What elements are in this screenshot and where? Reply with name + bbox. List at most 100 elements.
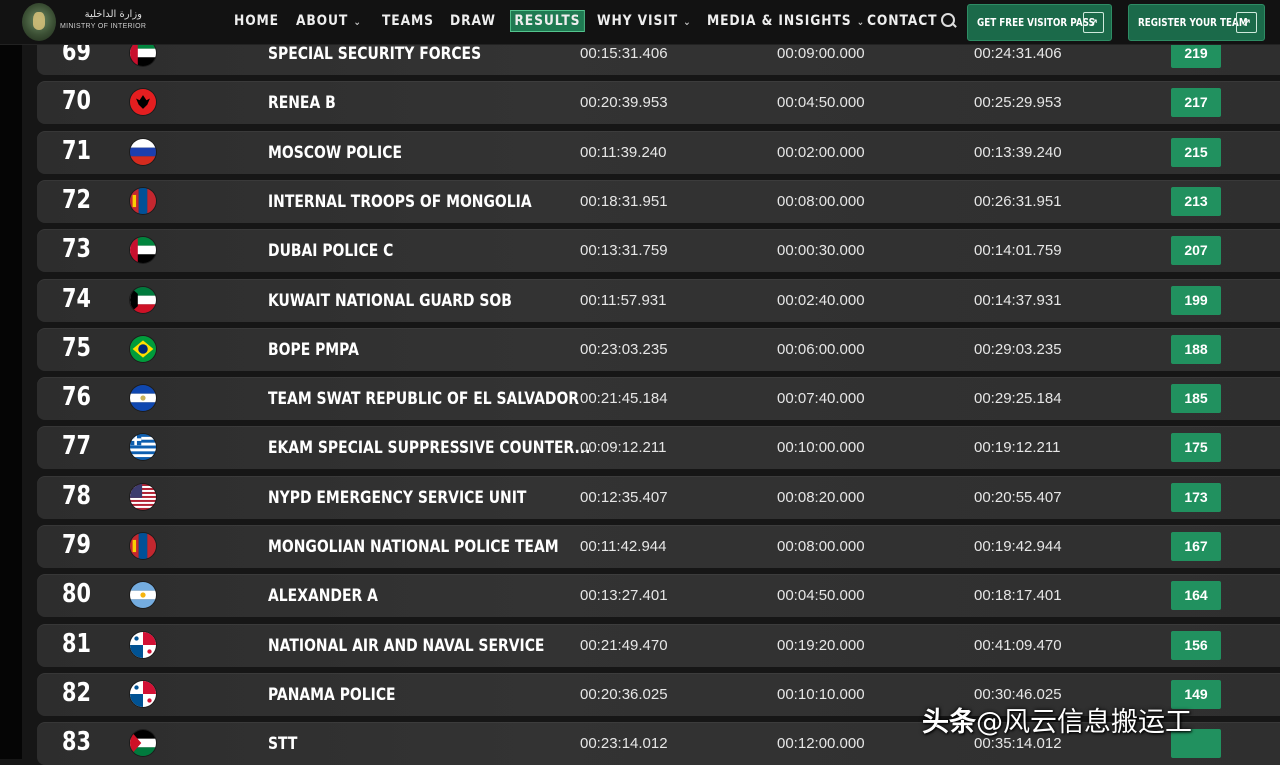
nav-about[interactable]: ABOUT ⌄ <box>296 10 362 32</box>
penalty-time: 00:10:00.000 <box>777 439 865 457</box>
score-badge: 164 <box>1171 581 1221 611</box>
score-badge: 213 <box>1171 186 1221 216</box>
nav-contact[interactable]: CONTACT <box>867 10 937 32</box>
rank-number: 78 <box>62 480 91 511</box>
total-time: 00:19:12.211 <box>974 439 1061 457</box>
rank-number: 82 <box>62 677 91 708</box>
penalty-time: 00:04:50.000 <box>777 94 865 112</box>
rank-number: 75 <box>62 332 91 363</box>
brazil-flag-icon <box>130 335 156 362</box>
register-team-button[interactable]: REGISTER YOUR TEAM ↗ <box>1128 4 1265 41</box>
chevron-down-icon: ⌄ <box>683 17 692 28</box>
result-row[interactable]: 77 EKAM SPECIAL SUPPRESSIVE COUNTER... 00:… <box>37 426 1280 470</box>
run-time: 00:23:03.235 <box>580 340 668 358</box>
team-name: DUBAI POLICE C <box>268 241 394 262</box>
uae-flag-icon <box>130 237 156 264</box>
mongolia-flag-icon <box>130 533 156 559</box>
result-row[interactable]: 78 NYPD EMERGENCY SERVICE UNIT 00:12:35.40… <box>37 475 1280 519</box>
penalty-time: 00:08:20.000 <box>777 488 865 506</box>
rank-number: 83 <box>62 727 91 758</box>
team-name: BOPE PMPA <box>268 339 359 360</box>
albania-flag-icon <box>130 89 156 116</box>
run-time: 00:11:39.240 <box>580 143 667 161</box>
total-time: 00:25:29.953 <box>974 94 1062 112</box>
run-time: 00:12:35.407 <box>580 488 668 506</box>
run-time: 00:13:27.401 <box>580 587 668 605</box>
score-badge: 167 <box>1171 532 1221 561</box>
result-row[interactable]: 81 NATIONAL AIR AND NAVAL SERVICE 00:21:49… <box>37 623 1280 667</box>
score-badge: 199 <box>1171 285 1221 315</box>
penalty-time: 00:08:00.000 <box>777 192 865 210</box>
total-time: 00:24:31.406 <box>974 45 1062 62</box>
register-team-label: REGISTER YOUR TEAM <box>1138 16 1248 29</box>
team-name: PANAMA POLICE <box>268 684 396 705</box>
score-badge: 156 <box>1171 630 1221 660</box>
palestine-flag-icon <box>130 730 156 757</box>
ministry-logo[interactable]: وزارة الداخلية MINISTRY OF INTERIOR <box>22 3 146 41</box>
logo-arabic-text: وزارة الداخلية <box>84 9 142 20</box>
team-name: STT <box>268 734 298 755</box>
score-badge: 207 <box>1171 236 1221 266</box>
chevron-down-icon: ⌄ <box>353 17 362 28</box>
chevron-down-icon: ⌄ <box>856 17 866 28</box>
total-time: 00:19:42.944 <box>974 538 1062 555</box>
penalty-time: 00:04:50.000 <box>777 587 865 605</box>
panama-flag-icon <box>130 680 156 707</box>
result-row[interactable]: 76 TEAM SWAT REPUBLIC OF EL SALVADOR 00:21… <box>37 377 1280 421</box>
search-icon[interactable] <box>940 12 958 30</box>
run-time: 00:21:45.184 <box>580 390 668 408</box>
result-row[interactable]: 80 ALEXANDER A 00:13:27.401 00:04:50.000 00:… <box>37 574 1280 618</box>
team-name: MOSCOW POLICE <box>268 142 402 163</box>
nav-teams[interactable]: TEAMS <box>382 10 434 32</box>
kuwait-flag-icon <box>130 286 156 313</box>
result-row[interactable]: 73 DUBAI POLICE C 00:13:31.759 00:00:30.000… <box>37 229 1280 273</box>
logo-english-text: MINISTRY OF INTERIOR <box>60 23 147 30</box>
run-time: 00:15:31.406 <box>580 45 668 62</box>
score-badge: 188 <box>1171 334 1221 364</box>
nav-results[interactable]: RESULTS <box>510 10 585 32</box>
score-badge: 217 <box>1171 88 1221 118</box>
panama-flag-icon <box>130 631 156 658</box>
result-row[interactable]: 74 KUWAIT NATIONAL GUARD SOB 00:11:57.931 0… <box>37 278 1280 322</box>
usa-flag-icon <box>130 483 156 510</box>
total-time: 00:13:39.240 <box>974 143 1062 161</box>
team-name: EKAM SPECIAL SUPPRESSIVE COUNTER... <box>268 438 591 459</box>
rank-number: 70 <box>62 86 91 117</box>
result-row[interactable]: 71 MOSCOW POLICE 00:11:39.240 00:02:00.000 0… <box>37 130 1280 174</box>
score-badge: 215 <box>1171 137 1221 167</box>
rank-number: 77 <box>62 431 91 462</box>
emblem-icon <box>22 3 56 41</box>
arrow-up-right-icon: ↗ <box>1236 12 1257 33</box>
penalty-time: 00:10:10.000 <box>777 685 865 703</box>
total-time: 00:20:55.407 <box>974 488 1062 506</box>
run-time: 00:18:31.951 <box>580 192 668 210</box>
rank-number: 80 <box>62 579 91 610</box>
get-visitor-pass-button[interactable]: GET FREE VISITOR PASS ↗ <box>967 4 1112 41</box>
watermark-handle: @风云信息搬运工 <box>976 707 1192 738</box>
result-row[interactable]: 70 RENEA B 00:20:39.953 00:04:50.000 00:25:2… <box>37 81 1280 125</box>
team-name: MONGOLIAN NATIONAL POLICE TEAM <box>268 537 559 557</box>
nav-media-insights[interactable]: MEDIA & INSIGHTS ⌄ <box>707 10 865 32</box>
argentina-flag-icon <box>130 582 156 609</box>
result-row[interactable]: 79 MONGOLIAN NATIONAL POLICE TEAM 00:11:42… <box>37 525 1280 568</box>
arrow-up-right-icon: ↗ <box>1083 12 1104 33</box>
team-name: SPECIAL SECURITY FORCES <box>268 44 482 64</box>
penalty-time: 00:02:40.000 <box>777 291 865 309</box>
run-time: 00:09:12.211 <box>580 439 667 457</box>
team-name: ALEXANDER A <box>268 586 378 607</box>
mongolia-flag-icon <box>130 187 156 214</box>
nav-why-visit[interactable]: WHY VISIT ⌄ <box>597 10 692 32</box>
rank-number: 73 <box>62 234 91 265</box>
nav-draw[interactable]: DRAW <box>450 10 496 32</box>
nav-home[interactable]: HOME <box>234 10 279 32</box>
total-time: 00:14:37.931 <box>974 291 1062 309</box>
rank-number: 74 <box>62 283 91 314</box>
penalty-time: 00:06:00.000 <box>777 340 865 358</box>
result-row[interactable]: 72 INTERNAL TROOPS OF MONGOLIA 00:18:31.95… <box>37 179 1280 223</box>
left-rail <box>0 0 22 759</box>
rank-number: 79 <box>62 530 91 560</box>
total-time: 00:41:09.470 <box>974 636 1062 654</box>
score-badge: 185 <box>1171 384 1221 414</box>
result-row[interactable]: 75 BOPE PMPA 00:23:03.235 00:06:00.000 00:29… <box>37 327 1280 371</box>
team-name: KUWAIT NATIONAL GUARD SOB <box>268 290 512 311</box>
